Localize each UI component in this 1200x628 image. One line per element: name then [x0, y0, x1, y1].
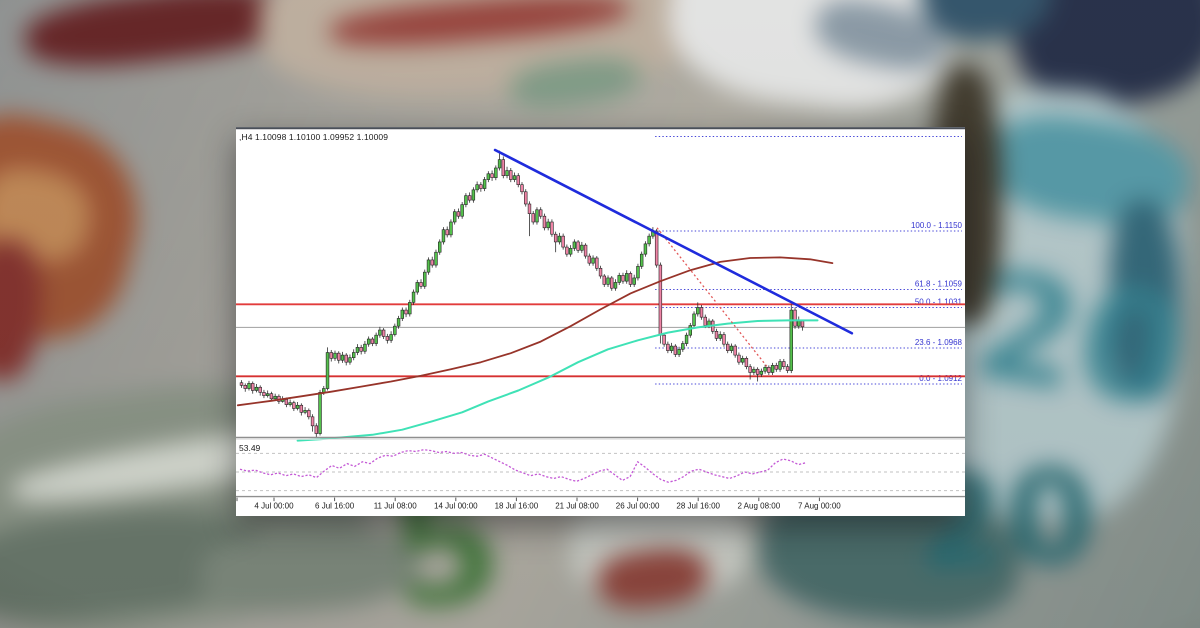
- svg-text:0.0 - 1.0912: 0.0 - 1.0912: [919, 374, 962, 383]
- banknote-blob: [22, 0, 298, 76]
- x-axis-tick-label: 14 Jul 00:00: [434, 502, 478, 511]
- svg-text:100.0 - 1.1150: 100.0 - 1.1150: [911, 221, 963, 230]
- oscillator-line: [240, 450, 806, 483]
- x-axis-tick-label: 7 Aug 00:00: [798, 502, 841, 511]
- x-axis-tick-label: 21 Jul 08:00: [555, 502, 599, 511]
- fib-retracement[interactable]: 100.0 - 1.115061.8 - 1.105950.0 - 1.1031…: [655, 136, 962, 384]
- indicator-value-label: 53.49: [239, 443, 260, 453]
- x-axis-tick-label: 26 Jul 00:00: [616, 502, 660, 511]
- screenshot-root: { "header": { "quote_line": ",H4 1.10098…: [0, 0, 1200, 628]
- x-axis-tick-label: 11 Jul 08:00: [374, 502, 418, 511]
- svg-text:23.6 - 1.0968: 23.6 - 1.0968: [915, 338, 963, 347]
- horizontal-lines[interactable]: [236, 304, 965, 376]
- pane-separator[interactable]: [236, 438, 965, 440]
- chart-window: 100.0 - 1.115061.8 - 1.105950.0 - 1.1031…: [236, 127, 965, 516]
- candlesticks: [240, 151, 804, 438]
- x-axis-tick-label: 4 Jul 00:00: [254, 502, 294, 511]
- descending-trendline[interactable]: [495, 150, 852, 333]
- oscillator-pane: [236, 450, 965, 491]
- chart-canvas[interactable]: 100.0 - 1.115061.8 - 1.105950.0 - 1.1031…: [236, 127, 965, 516]
- x-axis-tick-label: 2 Aug 08:00: [737, 502, 780, 511]
- svg-text:61.8 - 1.1059: 61.8 - 1.1059: [915, 280, 963, 289]
- x-axis-tick-label: 18 Jul 16:00: [495, 502, 539, 511]
- x-axis-tick-label: 6 Jul 16:00: [315, 502, 355, 511]
- x-axis: 4 Jul 00:00 6 Jul 16:00 11 Jul 08:00 14 Jul…: [236, 497, 965, 511]
- x-axis-tick-label: 28 Jul 16:00: [676, 502, 720, 511]
- chart-quote-line: ,H4 1.10098 1.10100 1.09952 1.10009: [239, 132, 388, 142]
- banknote-20-numeral: 20: [965, 250, 1195, 431]
